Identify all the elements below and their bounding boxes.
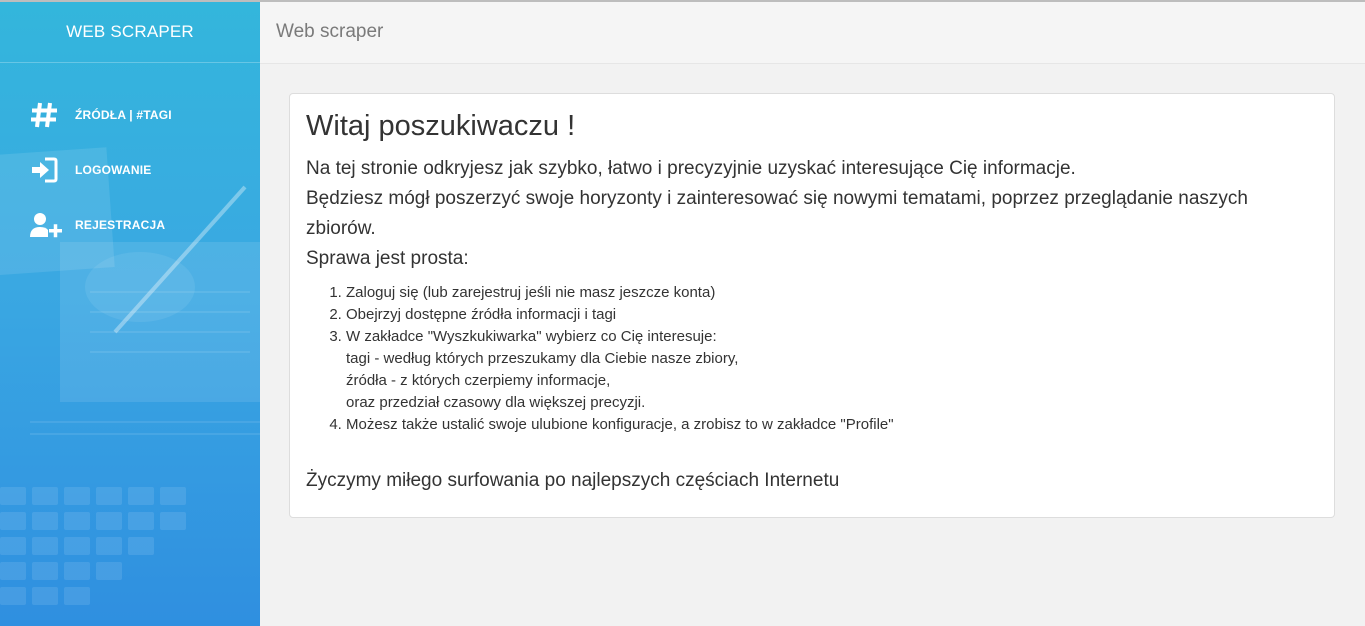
sidebar-item-register[interactable]: REJESTRACJA [0,197,260,252]
welcome-panel: Witaj poszukiwaczu ! Na tej stronie odkr… [289,93,1335,518]
intro-line: Będziesz mógł poszerzyć swoje horyzonty … [306,188,1248,239]
list-subitem: oraz przedział czasowy dla większej prec… [346,394,646,411]
top-header: Web scraper [260,2,1365,64]
intro-text: Na tej stronie odkryjesz jak szybko, łat… [306,154,1318,274]
list-item-text: W zakładce "Wyszkukiwarka" wybierz co Ci… [346,328,717,345]
list-item-text: Obejrzyj dostępne źródła informacji i ta… [346,306,617,323]
closing-text: Życzymy miłego surfowania po najlepszych… [306,470,840,491]
welcome-heading: Witaj poszukiwaczu ! [306,110,576,142]
list-item-text: Możesz także ustalić swoje ulubione konf… [346,416,894,433]
intro-line: Sprawa jest prosta: [306,248,469,269]
list-subitem: tagi - według których przeszukamy dla Ci… [346,350,739,367]
sidebar-item-login[interactable]: LOGOWANIE [0,142,260,197]
sidebar-item-label: REJESTRACJA [75,217,166,232]
intro-line: Na tej stronie odkryjesz jak szybko, łat… [306,158,1076,179]
sidebar-nav: ŹRÓDŁA | #TAGI LOGOWANIE REJESTRACJA [0,87,260,252]
sign-in-icon [30,156,62,184]
hashtag-icon [30,101,62,129]
app-brand[interactable]: WEB SCRAPER [0,2,260,63]
list-item-text: Zaloguj się (lub zarejestruj jeśli nie m… [346,284,716,301]
user-plus-icon [30,211,62,239]
list-item: Obejrzyj dostępne źródła informacji i ta… [346,304,1318,326]
list-subitem: źródła - z których czerpiemy informacje, [346,372,611,389]
sidebar-item-label: ŹRÓDŁA | #TAGI [75,107,172,122]
page-title: Web scraper [276,21,384,42]
list-item: Zaloguj się (lub zarejestruj jeśli nie m… [346,282,1318,304]
list-item: Możesz także ustalić swoje ulubione konf… [346,414,1318,436]
steps-list: Zaloguj się (lub zarejestruj jeśli nie m… [306,282,1318,436]
sidebar-item-label: LOGOWANIE [75,162,152,177]
sidebar: WEB SCRAPER ŹRÓDŁA | #TAGI LOGOWANIE REJ… [0,2,260,626]
list-item: W zakładce "Wyszkukiwarka" wybierz co Ci… [346,326,1318,414]
sidebar-item-sources-tags[interactable]: ŹRÓDŁA | #TAGI [0,87,260,142]
